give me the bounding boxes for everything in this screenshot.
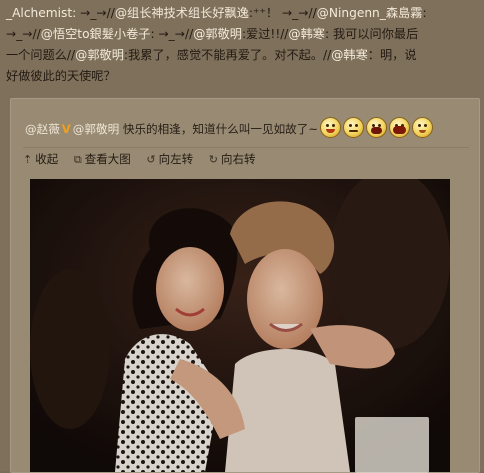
big-laugh-emoji-icon	[389, 117, 411, 138]
text-span: ：明，说	[367, 48, 417, 62]
text-span: →_→//	[76, 6, 115, 20]
user-link[interactable]: @郭敬明	[73, 122, 119, 136]
repost-line-1: _Alchemist: →_→//@组长神技术组长好飘逸:⁺⁺！ →_→//@N…	[6, 3, 480, 24]
text-span: :⁺⁺！ →_→//	[248, 6, 317, 20]
user-link[interactable]: @组长神技术组长好飘逸	[115, 6, 249, 20]
user-link[interactable]: @郭敬明	[193, 27, 242, 41]
repost-chain-text: _Alchemist: →_→//@组长神技术组长好飘逸:⁺⁺！ →_→//@N…	[6, 3, 480, 87]
rotate-right-button[interactable]: ↻ 向右转	[209, 148, 256, 171]
user-link[interactable]: @郭敬明	[75, 48, 124, 62]
user-link[interactable]: @Ningenn_森島霧	[317, 6, 423, 20]
user-link[interactable]: @韩寒	[288, 27, 325, 41]
text-span: →_→//	[6, 27, 41, 41]
user-link[interactable]: _Alchemist:	[6, 6, 76, 20]
rotate-left-label: 向左转	[158, 152, 194, 166]
repost-line-3: 一个问题么//@郭敬明:我累了，感觉不能再爱了。对不起。//@韩寒：明，说	[6, 45, 480, 66]
smile-emoji-icon	[320, 117, 342, 138]
author-link[interactable]: @赵薇	[25, 122, 60, 136]
post-text: 快乐的相逢，知道什么叫一见如故了~	[119, 122, 319, 136]
text-span: :	[422, 6, 427, 20]
collapse-icon: ⇡	[23, 153, 33, 166]
view-large-label: 查看大图	[84, 152, 131, 166]
rotate-left-icon: ↺	[146, 153, 156, 166]
laugh-emoji-icon	[366, 117, 388, 138]
text-span: 好做彼此的天使呢？	[6, 69, 116, 83]
text-span: 一个问题么//	[6, 48, 76, 62]
user-link[interactable]: @韩寒	[331, 48, 368, 62]
repost-line-4: 好做彼此的天使呢？	[6, 66, 480, 87]
verified-badge-icon: V	[61, 122, 71, 136]
collapse-button[interactable]: ⇡ 收起	[23, 148, 58, 171]
original-post-text: @赵薇 V @郭敬明 快乐的相逢，知道什么叫一见如故了~	[25, 117, 469, 141]
watermark-overlay	[355, 417, 429, 473]
text-span: : 我可以问你最后	[324, 27, 419, 41]
repost-line-2: →_→//@悟空to銀髮小卷子: →_→//@郭敬明:爱过!!//@韩寒: 我可…	[6, 24, 480, 45]
rotate-right-label: 向右转	[220, 152, 256, 166]
view-large-button[interactable]: ⧉ 查看大图	[74, 148, 131, 171]
text-span: :爱过!!//	[241, 27, 289, 41]
text-span: :我累了，感觉不能再爱了。对不起。//	[123, 48, 332, 62]
rotate-right-icon: ↻	[208, 153, 218, 166]
original-post-card: @赵薇 V @郭敬明 快乐的相逢，知道什么叫一见如故了~ ⇡ 收起 ⧉ 查看大图 ↺ 向左…	[10, 98, 480, 473]
text-span: : →_→//	[150, 27, 194, 41]
happy-emoji-icon	[412, 117, 434, 138]
view-large-icon: ⧉	[73, 153, 82, 166]
rotate-left-button[interactable]: ↺ 向左转	[146, 148, 193, 171]
grin-emoji-icon	[343, 117, 365, 138]
image-toolbar: ⇡ 收起 ⧉ 查看大图 ↺ 向左转 ↻ 向右转	[23, 147, 469, 168]
user-link[interactable]: @悟空to銀髮小卷子	[41, 27, 151, 41]
weibo-feed-item: _Alchemist: →_→//@组长神技术组长好飘逸:⁺⁺！ →_→//@N…	[0, 0, 484, 473]
collapse-label: 收起	[35, 152, 59, 166]
